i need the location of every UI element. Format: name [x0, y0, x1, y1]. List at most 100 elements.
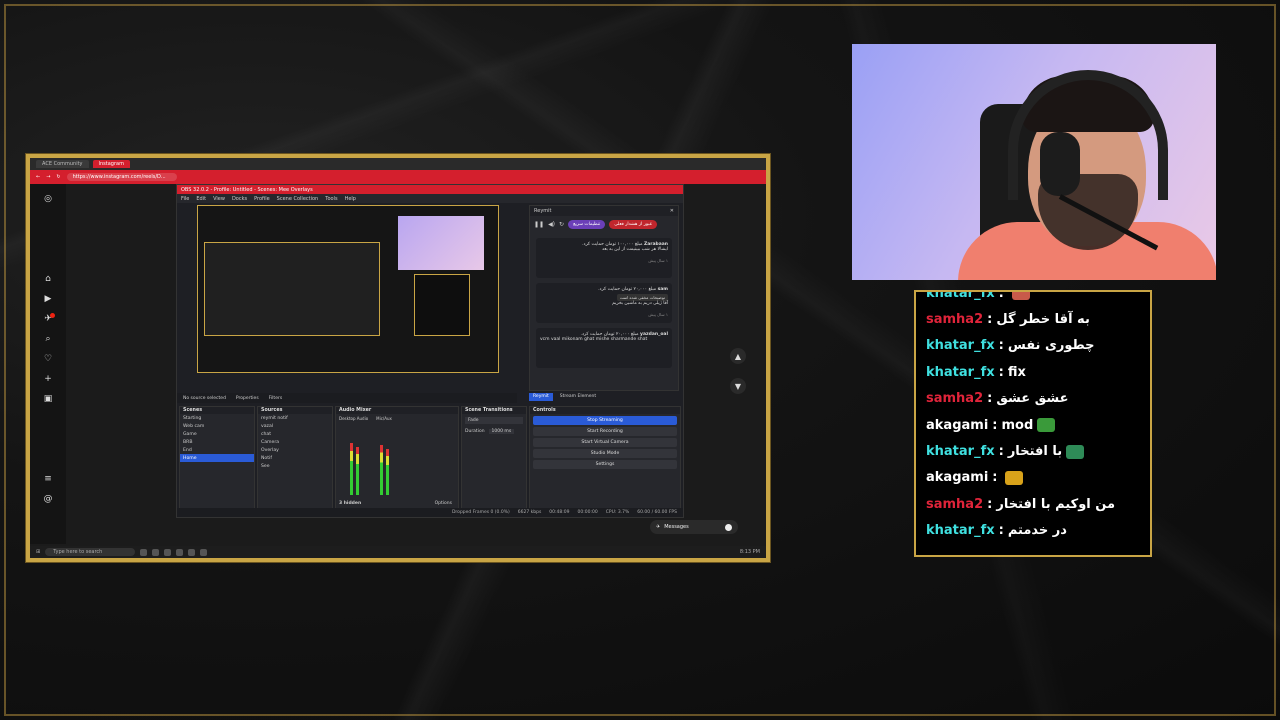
search-icon[interactable]: ⌕	[45, 334, 50, 344]
obs-menubar: File Edit View Docks Profile Scene Colle…	[177, 194, 683, 203]
messages-button[interactable]: ✈ Messages	[650, 520, 738, 534]
properties-button[interactable]: Properties	[236, 396, 259, 401]
taskbar-search[interactable]: Type here to search	[45, 548, 136, 556]
source-item[interactable]: See	[258, 462, 332, 470]
taskbar-app-icon[interactable]	[140, 548, 148, 556]
chat-message: samha2: عشق عشق	[916, 386, 1150, 412]
donation-time: ۱ سال پیش	[648, 258, 668, 263]
tab-stream-element[interactable]: Stream Element	[556, 393, 600, 401]
transition-select[interactable]: Fade	[465, 417, 523, 424]
back-icon[interactable]: ←	[36, 174, 40, 180]
scene-item[interactable]: End	[180, 446, 254, 454]
source-item[interactable]: Camera	[258, 438, 332, 446]
profile-icon[interactable]: ▣	[44, 394, 53, 404]
source-item[interactable]: chat	[258, 430, 332, 438]
reels-icon[interactable]: ▶	[45, 294, 52, 304]
headphone-earcup	[1040, 132, 1080, 196]
menu-icon[interactable]: ≡	[44, 474, 52, 484]
taskbar-app-icon[interactable]	[176, 548, 184, 556]
menu-view[interactable]: View	[213, 196, 225, 202]
refresh-icon[interactable]: ↻	[559, 221, 564, 228]
scene-item[interactable]: BRB	[180, 438, 254, 446]
instagram-logo-icon[interactable]: ◎	[44, 194, 52, 204]
emote-icon	[1037, 418, 1056, 433]
close-icon[interactable]: ✕	[670, 208, 674, 214]
source-item[interactable]: vazal	[258, 422, 332, 430]
scene-transitions-dock: Scene Transitions Fade Duration 1000 ms	[461, 406, 527, 510]
menu-edit[interactable]: Edit	[196, 196, 206, 202]
skip-alert-button[interactable]: عبور از هشدار فعلی	[609, 220, 658, 229]
menu-file[interactable]: File	[181, 196, 189, 202]
dropped-frames: Dropped Frames 0 (0.0%)	[451, 510, 510, 515]
filters-button[interactable]: Filters	[269, 396, 283, 401]
create-icon[interactable]: +	[44, 374, 52, 384]
obs-preview[interactable]	[197, 205, 499, 373]
taskbar-app-icon[interactable]	[164, 548, 172, 556]
home-icon[interactable]: ⌂	[45, 274, 51, 284]
chevron-down-icon[interactable]: ▼	[730, 378, 746, 394]
sources-title: Sources	[258, 407, 332, 414]
chat-message: khatar_fx: در خدمتم	[916, 518, 1150, 544]
menu-scene-collection[interactable]: Scene Collection	[277, 196, 319, 202]
virtual-camera-button[interactable]: Start Virtual Camera	[533, 438, 677, 447]
forward-icon[interactable]: →	[46, 174, 50, 180]
mixer-channel-label: Desktop Audio	[339, 416, 369, 421]
donation-card: sam مبلغ ۲۰,۰۰۰ تومان حمایت کرد. توضیحات…	[536, 283, 672, 323]
chevron-up-icon[interactable]: ▲	[730, 348, 746, 364]
scene-item-selected[interactable]: Home	[180, 454, 254, 462]
taskbar-app-icon[interactable]	[152, 548, 160, 556]
scene-item[interactable]: Starting	[180, 414, 254, 422]
chat-username: samha2	[926, 391, 984, 407]
start-icon[interactable]: ⊞	[36, 549, 40, 555]
scene-item[interactable]: Web cam	[180, 422, 254, 430]
browser-tabbar: ACE Community Instagram	[30, 158, 766, 170]
menu-profile[interactable]: Profile	[254, 196, 270, 202]
reload-icon[interactable]: ↻	[56, 174, 60, 180]
chat-message: khatar_fx:	[916, 290, 1150, 306]
record-time: 00:00:00	[577, 510, 598, 515]
donor-name: sam	[657, 287, 668, 292]
chat-username: samha2	[926, 312, 984, 328]
threads-icon[interactable]: @	[44, 494, 53, 504]
chat-separator: :	[998, 444, 1004, 460]
quick-settings-button[interactable]: تنظیمات سریع	[568, 220, 606, 229]
settings-button[interactable]: Settings	[533, 460, 677, 469]
chat-message: samha2: به آقا خطر گل	[916, 306, 1150, 332]
address-field[interactable]: https://www.instagram.com/reels/D...	[66, 173, 177, 181]
source-item[interactable]: Notif	[258, 454, 332, 462]
donation-card: Zarabaan مبلغ ۱۰۰,۰۰۰ تومان حمایت کرد. ا…	[536, 238, 672, 278]
source-item[interactable]: reymit notif	[258, 414, 332, 422]
taskbar-app-icon[interactable]	[200, 548, 208, 556]
tab-reymit[interactable]: Reymit	[529, 393, 553, 401]
studio-mode-button[interactable]: Studio Mode	[533, 449, 677, 458]
windows-taskbar: ⊞ Type here to search 8:13 PM	[30, 546, 766, 558]
screen-capture-frame: ACE Community Instagram ← → ↻ https://ww…	[26, 154, 770, 562]
menu-docks[interactable]: Docks	[232, 196, 247, 202]
browser-tab[interactable]: ACE Community	[36, 160, 89, 168]
duration-input[interactable]: 1000 ms	[488, 429, 515, 434]
obs-titlebar: OBS 32.0.2 - Profile: Untitled - Scenes:…	[177, 185, 683, 194]
mixer-options-button[interactable]: Options	[435, 501, 452, 506]
mixer-channel-label: Mic/Aux	[376, 416, 392, 421]
messages-icon[interactable]: ✈	[44, 313, 55, 324]
menu-tools[interactable]: Tools	[325, 196, 337, 202]
heart-icon[interactable]: ♡	[44, 354, 52, 364]
chat-message: khatar_fx: fix	[916, 359, 1150, 385]
cpu-usage: CPU: 3.7%	[605, 510, 630, 515]
avatar	[725, 523, 732, 531]
scenes-title: Scenes	[180, 407, 254, 414]
stop-streaming-button[interactable]: Stop Streaming	[533, 416, 677, 425]
donation-amount: مبلغ ۲۰,۰۰۰ تومان حمایت کرد.	[598, 287, 657, 292]
mixer-hidden-count[interactable]: 3 hidden	[339, 501, 361, 506]
menu-help[interactable]: Help	[345, 196, 356, 202]
chat-overlay: khatar_fx: samha2: به آقا خطر گل khatar_fx:…	[914, 290, 1152, 557]
source-item[interactable]: Overlay	[258, 446, 332, 454]
volume-icon[interactable]: ◀)	[548, 221, 555, 228]
start-recording-button[interactable]: Start Recording	[533, 427, 677, 436]
taskbar-app-icon[interactable]	[188, 548, 196, 556]
scene-item[interactable]: Game	[180, 430, 254, 438]
donation-time: ۱ سال پیش	[648, 312, 668, 317]
chat-username: khatar_fx	[926, 290, 995, 301]
browser-tab-active[interactable]: Instagram	[92, 160, 130, 168]
pause-icon[interactable]: ❚❚	[534, 221, 544, 228]
